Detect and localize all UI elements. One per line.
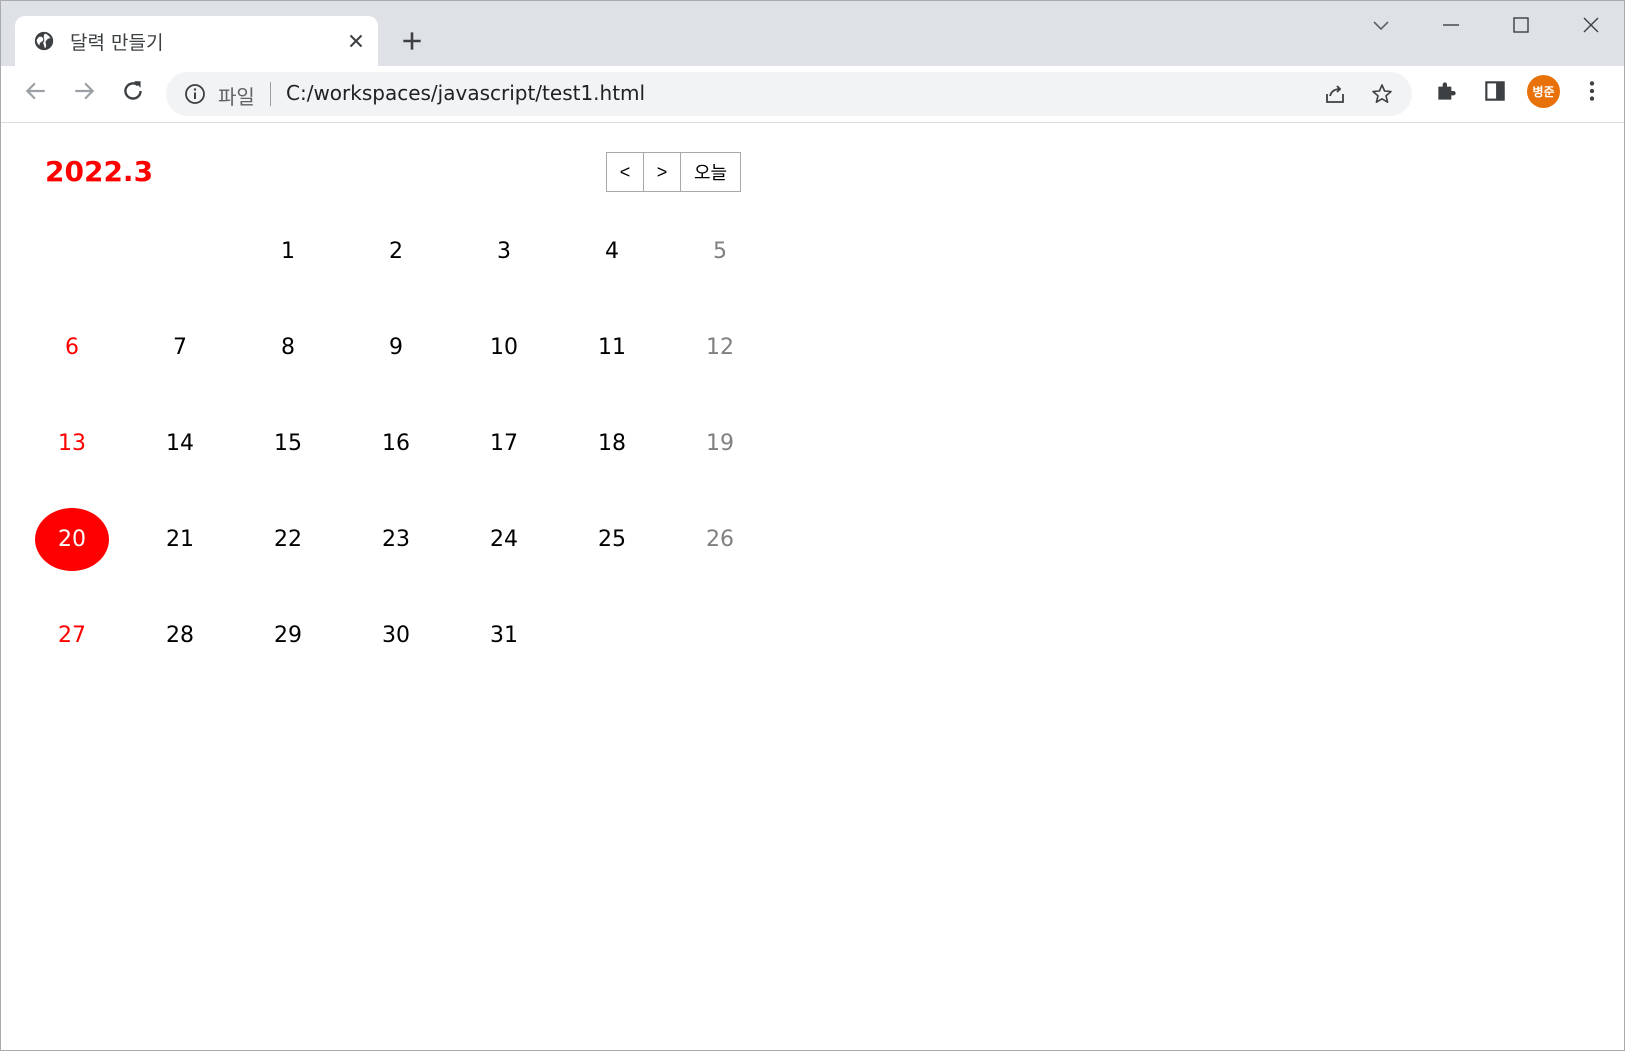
calendar-day-number: 18 bbox=[598, 430, 626, 456]
address-bar[interactable]: 파일 C:/workspaces/javascript/test1.html bbox=[166, 72, 1412, 116]
calendar-day[interactable]: 25 bbox=[558, 491, 666, 587]
calendar-day-number: 8 bbox=[281, 334, 295, 360]
calendar-day[interactable]: 11 bbox=[558, 299, 666, 395]
profile-avatar[interactable]: 병준 bbox=[1527, 75, 1560, 108]
reload-icon[interactable] bbox=[120, 78, 146, 104]
calendar-day[interactable]: 3 bbox=[450, 203, 558, 299]
calendar-day[interactable]: 5 bbox=[666, 203, 774, 299]
calendar-day-number: 17 bbox=[490, 430, 518, 456]
today-button[interactable]: 오늘 bbox=[680, 152, 741, 192]
calendar-day-number: 2 bbox=[389, 238, 403, 264]
calendar-day-number: 20 bbox=[35, 507, 109, 571]
chevron-down-icon[interactable] bbox=[1369, 13, 1393, 37]
calendar-day-number: 31 bbox=[490, 622, 518, 648]
calendar-day-number: 15 bbox=[274, 430, 302, 456]
calendar-day[interactable]: 14 bbox=[126, 395, 234, 491]
calendar-day[interactable]: 17 bbox=[450, 395, 558, 491]
calendar-day[interactable]: 28 bbox=[126, 587, 234, 683]
extensions-puzzle-icon[interactable] bbox=[1434, 78, 1460, 104]
calendar-day[interactable]: 30 bbox=[342, 587, 450, 683]
calendar-day[interactable]: 13 bbox=[18, 395, 126, 491]
address-scheme: 파일 bbox=[218, 85, 255, 109]
calendar-day[interactable]: 23 bbox=[342, 491, 450, 587]
calendar-day-number: 26 bbox=[706, 526, 734, 552]
address-url[interactable]: C:/workspaces/javascript/test1.html bbox=[286, 81, 645, 105]
calendar-day[interactable]: 4 bbox=[558, 203, 666, 299]
calendar-day[interactable]: 7 bbox=[126, 299, 234, 395]
bookmark-star-icon[interactable] bbox=[1370, 82, 1394, 106]
calendar-day[interactable]: 2 bbox=[342, 203, 450, 299]
calendar-day[interactable]: 6 bbox=[18, 299, 126, 395]
calendar-day-number: 11 bbox=[598, 334, 626, 360]
calendar-day[interactable]: 26 bbox=[666, 491, 774, 587]
tab-title: 달력 만들기 bbox=[70, 32, 164, 54]
calendar-day[interactable]: 8 bbox=[234, 299, 342, 395]
page-content: 2022.3 < > 오늘 1 2 3 4 5 6 7 8 9 10 11 12 13 14 15 16 17 1… bbox=[1, 123, 1624, 1050]
calendar-day-number: 27 bbox=[58, 622, 86, 648]
maximize-icon[interactable] bbox=[1509, 13, 1533, 37]
calendar-day[interactable]: 16 bbox=[342, 395, 450, 491]
calendar-day-number: 4 bbox=[605, 238, 619, 264]
calendar-day[interactable]: 31 bbox=[450, 587, 558, 683]
calendar-day-number: 24 bbox=[490, 526, 518, 552]
more-menu-icon[interactable] bbox=[1579, 78, 1605, 104]
side-panel-icon[interactable] bbox=[1482, 78, 1508, 104]
calendar-day[interactable]: 12 bbox=[666, 299, 774, 395]
calendar-day-number: 3 bbox=[497, 238, 511, 264]
minimize-icon[interactable] bbox=[1439, 13, 1463, 37]
calendar-day[interactable]: 21 bbox=[126, 491, 234, 587]
calendar-day-number: 7 bbox=[173, 334, 187, 360]
forward-arrow-icon[interactable] bbox=[71, 78, 97, 104]
calendar-day[interactable]: 22 bbox=[234, 491, 342, 587]
browser-tab[interactable]: 달력 만들기 bbox=[15, 16, 378, 66]
calendar-day[interactable]: 29 bbox=[234, 587, 342, 683]
calendar-day[interactable]: 19 bbox=[666, 395, 774, 491]
globe-icon bbox=[34, 31, 54, 51]
calendar-day-number: 28 bbox=[166, 622, 194, 648]
calendar-day-number: 10 bbox=[490, 334, 518, 360]
calendar-day-number: 29 bbox=[274, 622, 302, 648]
browser-toolbar: 파일 C:/workspaces/javascript/test1.html 병… bbox=[1, 66, 1624, 123]
close-icon[interactable] bbox=[345, 30, 367, 52]
browser-window: 달력 만들기 파일 C:/workspaces/javascript/test1… bbox=[0, 0, 1625, 1051]
calendar-day-number: 21 bbox=[166, 526, 194, 552]
calendar-day-number: 13 bbox=[58, 430, 86, 456]
calendar-day[interactable]: 9 bbox=[342, 299, 450, 395]
address-divider bbox=[270, 82, 271, 106]
calendar-day-number: 12 bbox=[706, 334, 734, 360]
calendar-day-number: 9 bbox=[389, 334, 403, 360]
new-tab-icon[interactable] bbox=[399, 28, 425, 54]
calendar-day[interactable]: 15 bbox=[234, 395, 342, 491]
calendar-day[interactable]: 10 bbox=[450, 299, 558, 395]
calendar-day-number: 5 bbox=[713, 238, 727, 264]
calendar-day-number: 6 bbox=[65, 334, 79, 360]
calendar-day-number: 1 bbox=[281, 238, 295, 264]
calendar-day-number: 16 bbox=[382, 430, 410, 456]
calendar-day[interactable]: 24 bbox=[450, 491, 558, 587]
calendar-day-number: 19 bbox=[706, 430, 734, 456]
calendar-day-number: 30 bbox=[382, 622, 410, 648]
calendar-day[interactable]: 18 bbox=[558, 395, 666, 491]
calendar-day-number: 23 bbox=[382, 526, 410, 552]
tab-strip: 달력 만들기 bbox=[1, 1, 1624, 66]
calendar-day[interactable]: 1 bbox=[234, 203, 342, 299]
back-arrow-icon[interactable] bbox=[23, 78, 49, 104]
calendar-day[interactable]: 27 bbox=[18, 587, 126, 683]
calendar-grid: 1 2 3 4 5 6 7 8 9 10 11 12 13 14 15 16 17 18 19 20 21 22 23 24 2… bbox=[18, 203, 774, 693]
prev-month-button[interactable]: < bbox=[606, 152, 644, 192]
calendar-day[interactable]: 20 bbox=[18, 491, 126, 587]
calendar-day-number: 22 bbox=[274, 526, 302, 552]
info-icon[interactable] bbox=[183, 82, 207, 106]
next-month-button[interactable]: > bbox=[643, 152, 681, 192]
calendar-day-number: 25 bbox=[598, 526, 626, 552]
window-close-icon[interactable] bbox=[1579, 13, 1603, 37]
calendar-title: 2022.3 bbox=[45, 155, 154, 188]
share-icon[interactable] bbox=[1323, 82, 1347, 106]
calendar-day-number: 14 bbox=[166, 430, 194, 456]
